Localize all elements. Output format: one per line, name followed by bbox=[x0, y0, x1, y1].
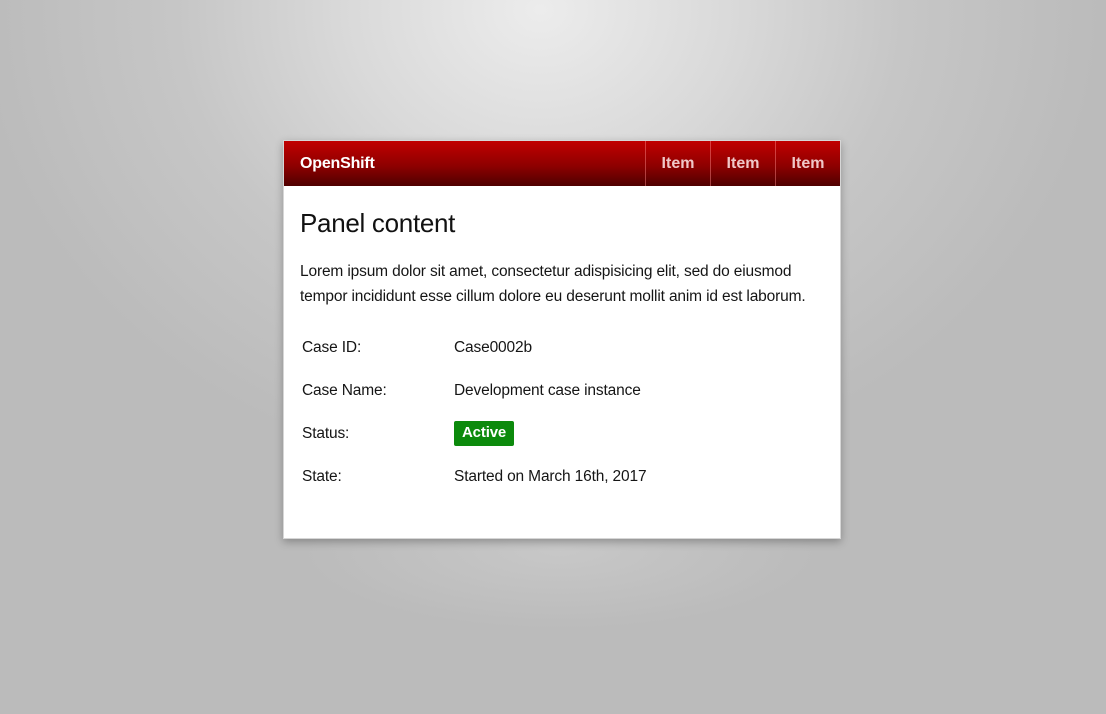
detail-row-case-name: Case Name: Development case instance bbox=[302, 369, 824, 412]
detail-row-state: State: Started on March 16th, 2017 bbox=[302, 455, 824, 498]
details-list: Case ID: Case0002b Case Name: Developmen… bbox=[302, 326, 824, 498]
nav-item-1[interactable]: Item bbox=[645, 141, 710, 186]
panel-description: Lorem ipsum dolor sit amet, consectetur … bbox=[300, 263, 806, 305]
status-label: Status: bbox=[302, 424, 350, 442]
nav-item-2[interactable]: Item bbox=[710, 141, 775, 186]
case-id-label: Case ID: bbox=[302, 338, 362, 356]
navbar: OpenShift Item Item Item bbox=[284, 141, 840, 186]
detail-row-status: Status: Active bbox=[302, 412, 824, 455]
case-id-value: Case0002b bbox=[454, 338, 532, 356]
detail-row-case-id: Case ID: Case0002b bbox=[302, 326, 824, 369]
panel: OpenShift Item Item Item Panel content L… bbox=[283, 140, 841, 539]
brand-logo[interactable]: OpenShift bbox=[284, 141, 375, 186]
panel-title: Panel content bbox=[300, 208, 456, 238]
case-name-label: Case Name: bbox=[302, 381, 387, 399]
state-label: State: bbox=[302, 467, 342, 485]
state-value: Started on March 16th, 2017 bbox=[454, 467, 647, 485]
panel-body: Panel content Lorem ipsum dolor sit amet… bbox=[284, 207, 840, 498]
status-badge: Active bbox=[454, 421, 515, 446]
case-name-value: Development case instance bbox=[454, 381, 641, 399]
nav-item-3[interactable]: Item bbox=[775, 141, 840, 186]
nav-items: Item Item Item bbox=[645, 141, 840, 186]
status-value: Active bbox=[454, 421, 515, 446]
